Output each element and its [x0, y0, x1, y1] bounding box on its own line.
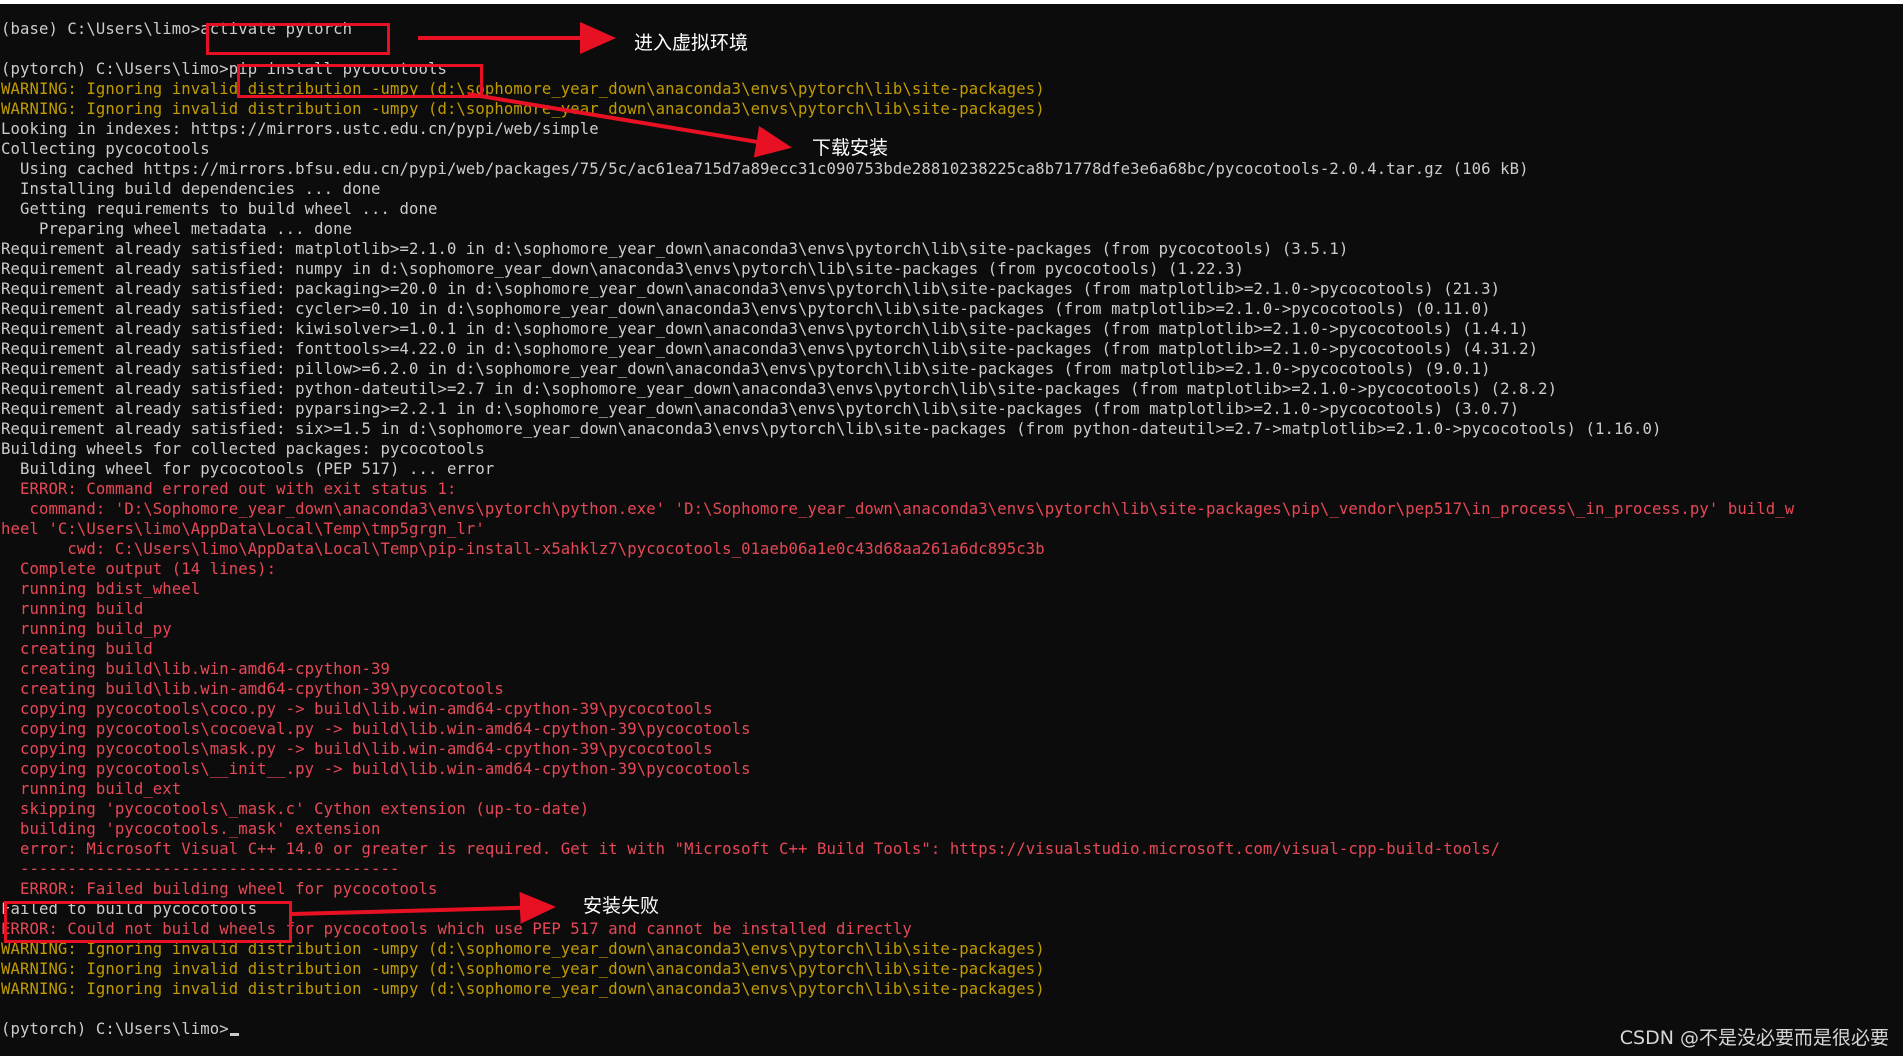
note-enter-env: 进入虚拟环境 — [634, 32, 749, 54]
terminal-window[interactable]: (base) C:\Users\limo>activate pytorch (py… — [0, 4, 1903, 1056]
note-download-install: 下载安装 — [812, 137, 889, 159]
arrow-download-install — [467, 92, 792, 158]
arrow-install-failed — [291, 891, 556, 924]
annotation-arrows — [291, 22, 792, 924]
note-install-failed: 安装失败 — [583, 895, 660, 917]
csdn-watermark: CSDN @不是没必要而是很必要 — [1619, 1027, 1889, 1049]
